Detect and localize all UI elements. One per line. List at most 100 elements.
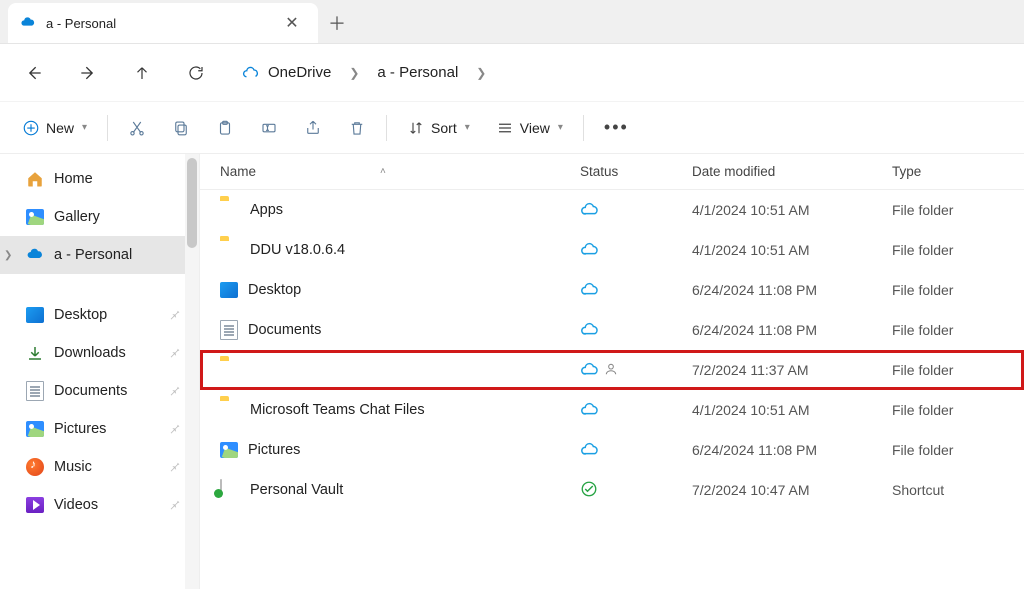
file-date: 6/24/2024 11:08 PM — [692, 282, 892, 298]
sidebar-item-label: Downloads — [54, 345, 126, 361]
file-row[interactable]: DDU v18.0.6.44/1/2024 10:51 AMFile folde… — [200, 230, 1024, 270]
folder-icon — [220, 360, 240, 380]
folder-icon — [220, 400, 240, 420]
file-type: File folder — [892, 322, 1024, 338]
folder-icon — [220, 240, 240, 260]
pin-icon — [168, 459, 181, 476]
sidebar-item-gallery[interactable]: Gallery — [0, 198, 199, 236]
chevron-right-icon: ❯ — [4, 250, 16, 261]
separator — [107, 115, 108, 141]
pictures-icon — [26, 420, 44, 438]
file-row[interactable]: Pictures6/24/2024 11:08 PMFile folder — [200, 430, 1024, 470]
breadcrumb-current[interactable]: a - Personal — [369, 60, 466, 85]
chevron-down-icon: ▾ — [558, 122, 563, 133]
refresh-button[interactable] — [170, 53, 222, 93]
back-button[interactable] — [8, 53, 60, 93]
file-date: 7/2/2024 11:37 AM — [692, 362, 892, 378]
onedrive-icon — [20, 15, 36, 31]
synced-status-icon — [580, 480, 598, 501]
file-row[interactable]: 7/2/2024 11:37 AMFile folder — [200, 350, 1024, 390]
sidebar-scrollbar[interactable] — [185, 154, 199, 589]
sidebar-item-downloads[interactable]: Downloads — [0, 334, 199, 372]
copy-button[interactable] — [160, 110, 202, 146]
sidebar-item-label: a - Personal — [54, 247, 132, 263]
tab-close-button[interactable]: ✕ — [278, 9, 306, 37]
column-headers: Name˄ Status Date modified Type — [200, 154, 1024, 190]
column-status[interactable]: Status — [580, 164, 692, 179]
cut-button[interactable] — [116, 110, 158, 146]
sidebar-item-label: Home — [54, 171, 93, 187]
onedrive-icon — [242, 64, 260, 82]
sidebar-item-music[interactable]: Music — [0, 448, 199, 486]
more-button[interactable]: ••• — [592, 110, 641, 146]
share-button[interactable] — [292, 110, 334, 146]
onedrive-icon — [26, 246, 44, 264]
cloud-status-icon — [580, 242, 600, 259]
cloud-status-icon — [580, 402, 600, 419]
tab-active[interactable]: a - Personal ✕ — [8, 3, 318, 43]
file-date: 4/1/2024 10:51 AM — [692, 202, 892, 218]
toolbar: New ▾ Sort ▾ View ▾ ••• — [0, 102, 1024, 154]
pin-icon — [168, 421, 181, 438]
file-row[interactable]: Microsoft Teams Chat Files4/1/2024 10:51… — [200, 390, 1024, 430]
paste-button[interactable] — [204, 110, 246, 146]
cloud-status-icon — [580, 442, 600, 459]
delete-button[interactable] — [336, 110, 378, 146]
file-type: File folder — [892, 202, 1024, 218]
sidebar-item-pictures[interactable]: Pictures — [0, 410, 199, 448]
chevron-right-icon[interactable]: ❯ — [343, 66, 365, 80]
desktop-icon — [26, 306, 44, 324]
chevron-right-icon[interactable]: ❯ — [470, 66, 492, 80]
breadcrumb-root-label: OneDrive — [268, 64, 331, 81]
folder-icon — [220, 200, 240, 220]
rename-button[interactable] — [248, 110, 290, 146]
sidebar-item-a---personal[interactable]: ❯ a - Personal — [0, 236, 199, 274]
file-row[interactable]: Documents6/24/2024 11:08 PMFile folder — [200, 310, 1024, 350]
breadcrumb: OneDrive ❯ a - Personal ❯ — [234, 53, 492, 93]
column-date[interactable]: Date modified — [692, 164, 892, 179]
home-icon — [26, 170, 44, 188]
file-type: Shortcut — [892, 482, 1024, 498]
breadcrumb-root[interactable]: OneDrive — [234, 60, 339, 86]
documents-icon — [26, 382, 44, 400]
sidebar-item-desktop[interactable]: Desktop — [0, 296, 199, 334]
gallery-icon — [26, 208, 44, 226]
file-row[interactable]: Personal Vault7/2/2024 10:47 AMShortcut — [200, 470, 1024, 510]
sidebar-item-label: Documents — [54, 383, 127, 399]
file-name: Documents — [248, 322, 321, 338]
pin-icon — [168, 497, 181, 514]
column-type[interactable]: Type — [892, 164, 1024, 179]
pin-icon — [168, 307, 181, 324]
new-label: New — [46, 120, 74, 136]
file-date: 6/24/2024 11:08 PM — [692, 442, 892, 458]
new-button[interactable]: New ▾ — [10, 110, 99, 146]
sidebar-item-documents[interactable]: Documents — [0, 372, 199, 410]
up-button[interactable] — [116, 53, 168, 93]
chevron-down-icon: ▾ — [465, 122, 470, 133]
sidebar-item-label: Music — [54, 459, 92, 475]
file-name: Personal Vault — [250, 482, 343, 498]
file-type: File folder — [892, 362, 1024, 378]
file-row[interactable]: Apps4/1/2024 10:51 AMFile folder — [200, 190, 1024, 230]
downloads-icon — [26, 344, 44, 362]
navigation-bar: OneDrive ❯ a - Personal ❯ — [0, 44, 1024, 102]
sidebar-item-home[interactable]: Home — [0, 160, 199, 198]
file-row[interactable]: Desktop6/24/2024 11:08 PMFile folder — [200, 270, 1024, 310]
sidebar-item-label: Pictures — [54, 421, 106, 437]
pin-icon — [168, 383, 181, 400]
column-name[interactable]: Name˄ — [220, 164, 580, 179]
new-tab-button[interactable]: ＋ — [318, 3, 356, 43]
tab-bar: a - Personal ✕ ＋ — [0, 0, 1024, 44]
breadcrumb-current-label: a - Personal — [377, 64, 458, 81]
chevron-down-icon: ▾ — [82, 122, 87, 133]
forward-button[interactable] — [62, 53, 114, 93]
file-name: Pictures — [248, 442, 300, 458]
view-button[interactable]: View ▾ — [484, 110, 575, 146]
tab-title: a - Personal — [46, 16, 268, 31]
cloud-status-icon — [580, 362, 600, 379]
videos-icon — [26, 496, 44, 514]
sort-button[interactable]: Sort ▾ — [395, 110, 482, 146]
pictures-icon — [220, 441, 238, 459]
sidebar-item-videos[interactable]: Videos — [0, 486, 199, 524]
scrollbar-thumb[interactable] — [187, 158, 197, 248]
